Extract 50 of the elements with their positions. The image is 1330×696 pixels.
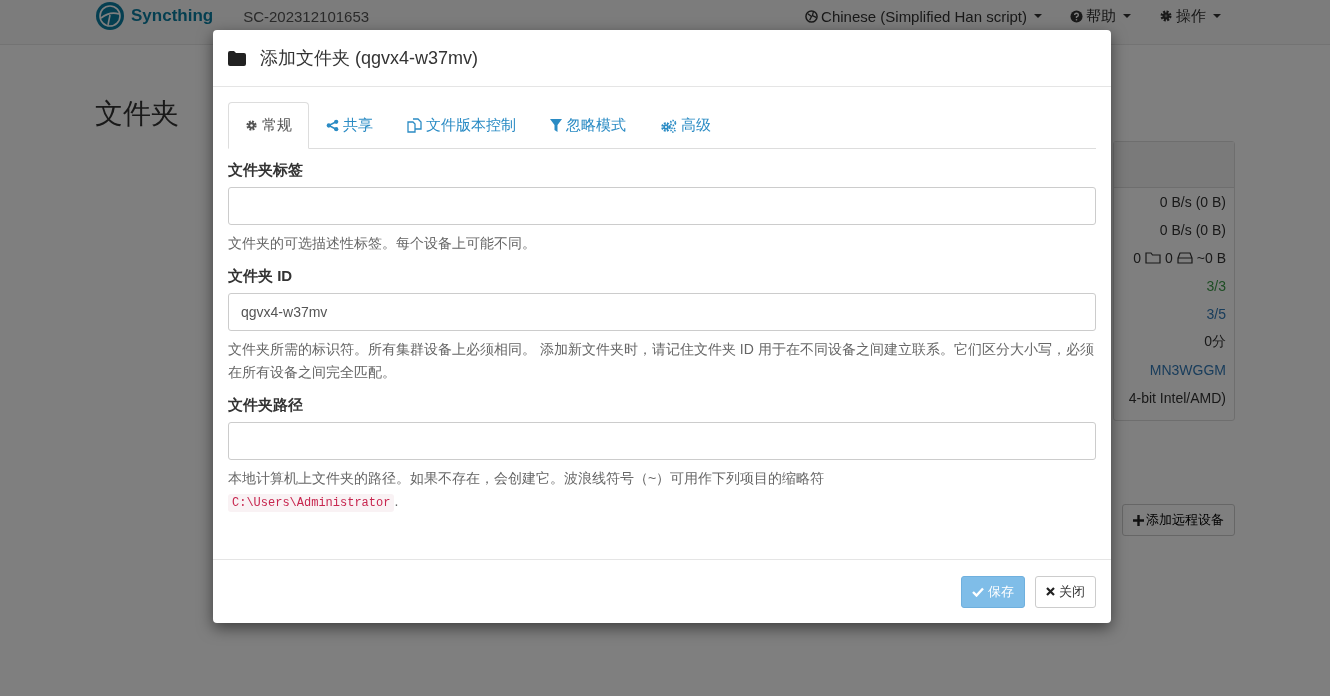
panel-value: 3/3 [1206, 278, 1226, 294]
drive-icon [1176, 252, 1193, 264]
file-count: 0 [1133, 250, 1141, 266]
nav-menu[interactable]: Chinese (Simplified Han script) [791, 7, 1056, 25]
folder-icon [1145, 252, 1161, 264]
panel-value: 0 B/s (0 B) [1159, 194, 1226, 210]
device-name: SC-202312101653 [243, 7, 370, 25]
brand-name[interactable]: Syncthing [131, 6, 214, 26]
field-label: 文件夹标签 [228, 161, 304, 180]
tab[interactable]: 忽略模式 [533, 102, 643, 149]
input-field[interactable] [228, 187, 1096, 225]
panel-value: 0分 [1204, 333, 1226, 351]
field-label: 文件夹 ID [228, 267, 294, 286]
tab[interactable]: 文件版本控制 [390, 102, 533, 149]
globe-icon [805, 9, 819, 23]
settings-icon [245, 119, 258, 132]
copy-icon [407, 118, 422, 133]
panel-value: 4-bit Intel/AMD) [1128, 390, 1226, 406]
folder-count: 0 [1165, 250, 1173, 266]
nav-menu[interactable]: 操作 [1145, 6, 1235, 26]
close-button[interactable]: 关闭 [1035, 575, 1096, 608]
settings-icon [1159, 9, 1173, 23]
tab[interactable]: 高级 [643, 102, 728, 149]
help-text: 本地计算机上文件夹的路径。如果不存在，会创建它。波浪线符号（~）可用作下列项目的缩略符 C:\Users\Administrator . [228, 469, 826, 514]
dialog-title: 添加文件夹 (qgvx4-w37mv) [260, 47, 479, 70]
nav-menu[interactable]: 帮助 [1056, 6, 1145, 26]
help-text: 文件夹所需的标识符。所有集群设备上必须相同。 添加新文件夹时，请记住文件夹 ID 用于在不同设备之间建立联系。它们区分大小写，必须在所有设备之间完全匹配。 [228, 340, 1095, 382]
plus-icon [1133, 514, 1144, 526]
input-field[interactable] [228, 422, 1096, 460]
save-button[interactable]: 保存 [961, 575, 1025, 608]
field-label: 文件夹路径 [228, 396, 304, 415]
panel-value[interactable]: MN3WGGM [1149, 362, 1226, 378]
help-icon [1070, 9, 1083, 23]
close-icon [1046, 587, 1055, 596]
panel-value: 0 B/s (0 B) [1159, 222, 1226, 238]
period-text: . [394, 493, 399, 509]
path-code: C:\Users\Administrator [228, 494, 395, 512]
tab[interactable]: 常规 [228, 102, 309, 149]
size-value: ~0 B [1196, 250, 1226, 266]
input-field[interactable]: qgvx4-w37mv [228, 293, 1096, 331]
cogs-icon [660, 118, 677, 133]
check-icon [972, 586, 984, 597]
page-heading: 文件夹 [95, 97, 179, 131]
share-icon [326, 119, 339, 132]
folder-icon [228, 50, 246, 66]
tab[interactable]: 共享 [309, 102, 390, 149]
add-device-button[interactable]: 添加远程设备 [1122, 504, 1235, 536]
filter-icon [550, 119, 562, 132]
help-text: 文件夹的可选描述性标签。每个设备上可能不同。 [228, 234, 537, 253]
panel-value[interactable]: 3/5 [1206, 306, 1226, 322]
